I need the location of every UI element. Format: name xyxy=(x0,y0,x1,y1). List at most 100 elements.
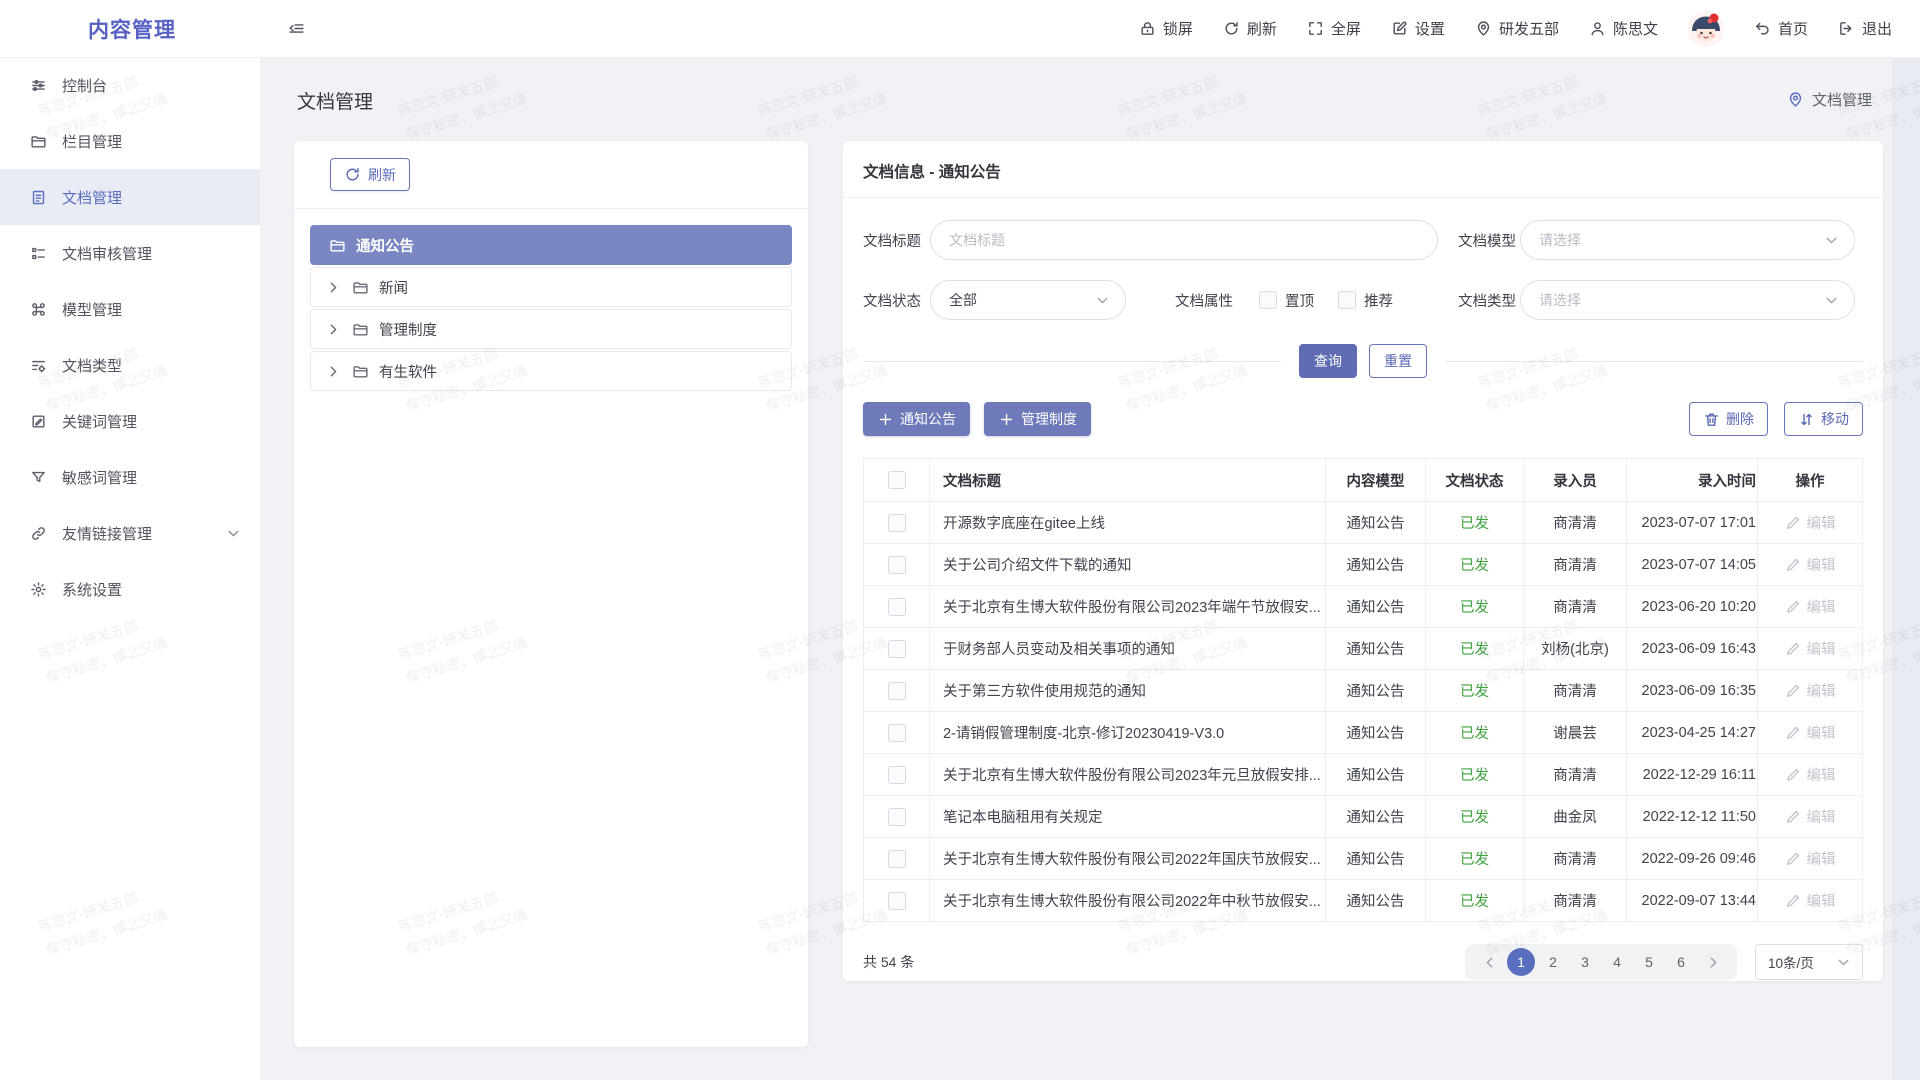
sidebar-item-command[interactable]: 模型管理 xyxy=(0,281,260,337)
header-tool-undo[interactable]: 首页 xyxy=(1754,18,1808,39)
header-toolbar: 锁屏 刷新 全屏 设置 研发五部 陈思文 首页 退出 xyxy=(1139,11,1920,47)
row-checkbox[interactable] xyxy=(888,808,906,826)
sidebar-item-label: 敏感词管理 xyxy=(62,467,242,488)
edit-button[interactable]: 编辑 xyxy=(1785,638,1836,659)
header-tool-label: 研发五部 xyxy=(1499,18,1559,39)
doc-title-cell: 关于北京有生博大软件股份有限公司2022年国庆节放假安... xyxy=(930,838,1326,879)
move-button[interactable]: 移动 xyxy=(1784,402,1863,436)
sidebar-item-document[interactable]: 文档管理 xyxy=(0,169,260,225)
tree-node[interactable]: 通知公告 xyxy=(310,225,792,265)
action-cell: 编辑 xyxy=(1758,880,1862,921)
row-checkbox[interactable] xyxy=(888,556,906,574)
checkbox[interactable] xyxy=(1338,291,1356,309)
table-actions: 通知公告 管理制度 删除 移动 xyxy=(843,402,1883,436)
action-cell: 编辑 xyxy=(1758,628,1862,669)
select-all-checkbox[interactable] xyxy=(888,471,906,489)
row-checkbox[interactable] xyxy=(888,766,906,784)
chevron-right-icon[interactable] xyxy=(325,279,342,296)
list-gear-icon xyxy=(30,357,47,374)
page-button[interactable]: 3 xyxy=(1571,948,1599,976)
doc-status-select[interactable]: 全部 xyxy=(930,280,1126,320)
checkbox[interactable] xyxy=(1259,291,1277,309)
user-avatar[interactable] xyxy=(1688,11,1724,47)
edit-button[interactable]: 编辑 xyxy=(1785,680,1836,701)
row-checkbox[interactable] xyxy=(888,850,906,868)
page-button[interactable]: 1 xyxy=(1507,948,1535,976)
sidebar-item-list-check[interactable]: 文档审核管理 xyxy=(0,225,260,281)
row-checkbox[interactable] xyxy=(888,640,906,658)
sidebar-item-label: 友情链接管理 xyxy=(62,523,210,544)
page-size-select[interactable]: 10条/页 xyxy=(1755,944,1863,980)
content-model-cell: 通知公告 xyxy=(1326,838,1426,879)
table-header-cell: 内容模型 xyxy=(1326,459,1426,501)
sidebar-item-label: 栏目管理 xyxy=(62,131,242,152)
edit-label: 编辑 xyxy=(1807,596,1836,617)
edit-button[interactable]: 编辑 xyxy=(1785,596,1836,617)
table-cell xyxy=(864,628,930,669)
add-notice-button[interactable]: 通知公告 xyxy=(863,402,970,436)
tree-node[interactable]: 有生软件 xyxy=(310,351,792,391)
doc-type-select[interactable]: 请选择 xyxy=(1520,280,1855,320)
sidebar-item-funnel[interactable]: 敏感词管理 xyxy=(0,449,260,505)
doc-status-cell: 已发 xyxy=(1426,544,1524,585)
header-tool-edit-square[interactable]: 设置 xyxy=(1391,18,1445,39)
reset-button[interactable]: 重置 xyxy=(1369,344,1427,378)
edit-button[interactable]: 编辑 xyxy=(1785,512,1836,533)
edit-button[interactable]: 编辑 xyxy=(1785,554,1836,575)
trash-icon xyxy=(1703,411,1720,428)
edit-button[interactable]: 编辑 xyxy=(1785,848,1836,869)
sidebar-item-gear[interactable]: 系统设置 xyxy=(0,561,260,617)
header-tool-fullscreen[interactable]: 全屏 xyxy=(1307,18,1361,39)
attr-recommend-checkbox[interactable]: 推荐 xyxy=(1338,290,1393,311)
doc-status-cell: 已发 xyxy=(1426,754,1524,795)
sidebar-item-folder[interactable]: 栏目管理 xyxy=(0,113,260,169)
sidebar-item-link[interactable]: 友情链接管理 xyxy=(0,505,260,561)
status-badge: 已发 xyxy=(1460,890,1489,911)
edit-button[interactable]: 编辑 xyxy=(1785,722,1836,743)
tree-refresh-button[interactable]: 刷新 xyxy=(330,158,410,191)
edit-button[interactable]: 编辑 xyxy=(1785,890,1836,911)
pencil-icon xyxy=(1785,850,1802,867)
menu-fold-icon[interactable] xyxy=(288,20,305,37)
sidebar-item-list-gear[interactable]: 文档类型 xyxy=(0,337,260,393)
next-page-button[interactable] xyxy=(1699,948,1727,976)
prev-page-button[interactable] xyxy=(1475,948,1503,976)
header-tool-user[interactable]: 陈思文 xyxy=(1589,18,1658,39)
header-tool-label: 首页 xyxy=(1778,18,1808,39)
edit-label: 编辑 xyxy=(1807,806,1836,827)
edit-button[interactable]: 编辑 xyxy=(1785,806,1836,827)
doc-model-select[interactable]: 请选择 xyxy=(1520,220,1855,260)
page-button[interactable]: 6 xyxy=(1667,948,1695,976)
chevron-right-icon[interactable] xyxy=(325,363,342,380)
attr-top-checkbox[interactable]: 置顶 xyxy=(1259,290,1314,311)
delete-button[interactable]: 删除 xyxy=(1689,402,1768,436)
search-button[interactable]: 查询 xyxy=(1299,344,1357,378)
row-checkbox[interactable] xyxy=(888,724,906,742)
status-badge: 已发 xyxy=(1460,596,1489,617)
chevron-right-icon[interactable] xyxy=(325,321,342,338)
table-row: 关于公司介绍文件下载的通知通知公告已发商清清2023-07-07 14:05编辑 xyxy=(864,544,1862,586)
page-button[interactable]: 2 xyxy=(1539,948,1567,976)
tree-node[interactable]: 管理制度 xyxy=(310,309,792,349)
page-button[interactable]: 4 xyxy=(1603,948,1631,976)
doc-title-cell: 于财务部人员变动及相关事项的通知 xyxy=(930,628,1326,669)
page-button[interactable]: 5 xyxy=(1635,948,1663,976)
row-checkbox[interactable] xyxy=(888,682,906,700)
add-policy-button[interactable]: 管理制度 xyxy=(984,402,1091,436)
sidebar-nav: 控制台栏目管理文档管理文档审核管理模型管理文档类型关键词管理敏感词管理友情链接管… xyxy=(0,57,260,1080)
edit-label: 编辑 xyxy=(1807,890,1836,911)
sidebar-item-sliders[interactable]: 控制台 xyxy=(0,57,260,113)
header-tool-refresh[interactable]: 刷新 xyxy=(1223,18,1277,39)
page-scrollbar[interactable] xyxy=(1892,57,1920,1080)
header-tool-logout[interactable]: 退出 xyxy=(1838,18,1892,39)
tree-node[interactable]: 新闻 xyxy=(310,267,792,307)
header-tool-lock[interactable]: 锁屏 xyxy=(1139,18,1193,39)
sidebar-item-edit-note[interactable]: 关键词管理 xyxy=(0,393,260,449)
table-cell xyxy=(864,754,930,795)
doc-title-input[interactable] xyxy=(930,220,1438,260)
row-checkbox[interactable] xyxy=(888,514,906,532)
edit-button[interactable]: 编辑 xyxy=(1785,764,1836,785)
row-checkbox[interactable] xyxy=(888,892,906,910)
row-checkbox[interactable] xyxy=(888,598,906,616)
header-tool-location[interactable]: 研发五部 xyxy=(1475,18,1559,39)
